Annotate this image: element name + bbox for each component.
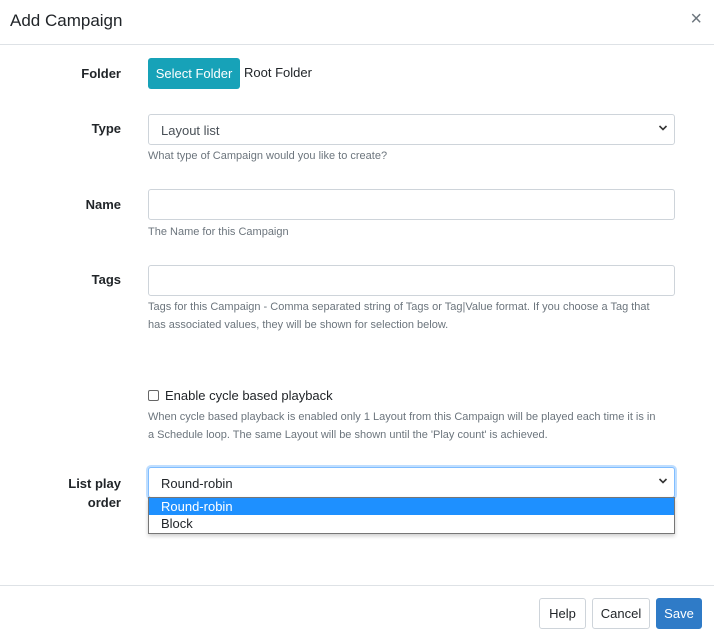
- cycle-help-line: When cycle based playback is enabled onl…: [148, 411, 656, 423]
- play-order-select[interactable]: Round-robin: [148, 467, 675, 498]
- folder-label: Folder: [81, 66, 121, 81]
- cycle-playback-row[interactable]: Enable cycle based playback: [148, 388, 333, 404]
- name-input[interactable]: [148, 189, 675, 220]
- play-order-select-value: Round-robin: [161, 476, 233, 491]
- play-order-option-round-robin[interactable]: Round-robin: [149, 498, 674, 515]
- type-label: Type: [91, 121, 121, 136]
- select-folder-button[interactable]: Select Folder: [148, 58, 240, 89]
- close-icon[interactable]: ×: [690, 9, 702, 29]
- play-order-label: List play order: [0, 474, 121, 512]
- tags-help-text: Tags for this Campaign - Comma separated…: [148, 298, 678, 334]
- tags-help-line: has associated values, they will be show…: [148, 319, 449, 331]
- type-select[interactable]: Layout list: [148, 114, 675, 145]
- cancel-button[interactable]: Cancel: [592, 598, 650, 629]
- cycle-help-line: a Schedule loop. The same Layout will be…: [148, 429, 548, 441]
- tags-label: Tags: [91, 272, 121, 287]
- help-button[interactable]: Help: [539, 598, 586, 629]
- cycle-help-text: When cycle based playback is enabled onl…: [148, 408, 678, 444]
- name-help-text: The Name for this Campaign: [148, 226, 289, 238]
- play-order-option-block[interactable]: Block: [149, 515, 674, 532]
- add-campaign-dialog: Add Campaign × Folder Select Folder Root…: [0, 0, 714, 637]
- name-label: Name: [85, 197, 121, 212]
- tags-help-line: Tags for this Campaign - Comma separated…: [148, 301, 650, 313]
- chevron-down-icon: [658, 125, 668, 131]
- dialog-title: Add Campaign: [10, 11, 123, 30]
- chevron-down-icon: [658, 478, 668, 484]
- save-button[interactable]: Save: [656, 598, 702, 629]
- play-order-dropdown-list: Round-robin Block: [148, 497, 675, 534]
- play-order-label-line: List play: [68, 476, 121, 491]
- current-folder-name: Root Folder: [244, 65, 312, 80]
- cycle-playback-label[interactable]: Enable cycle based playback: [165, 388, 333, 403]
- play-order-label-line: order: [87, 495, 121, 510]
- type-help-text: What type of Campaign would you like to …: [148, 150, 388, 162]
- dialog-header: Add Campaign ×: [0, 0, 714, 45]
- cycle-playback-checkbox[interactable]: [148, 390, 159, 401]
- tags-input[interactable]: [148, 265, 675, 296]
- type-select-value: Layout list: [161, 123, 220, 138]
